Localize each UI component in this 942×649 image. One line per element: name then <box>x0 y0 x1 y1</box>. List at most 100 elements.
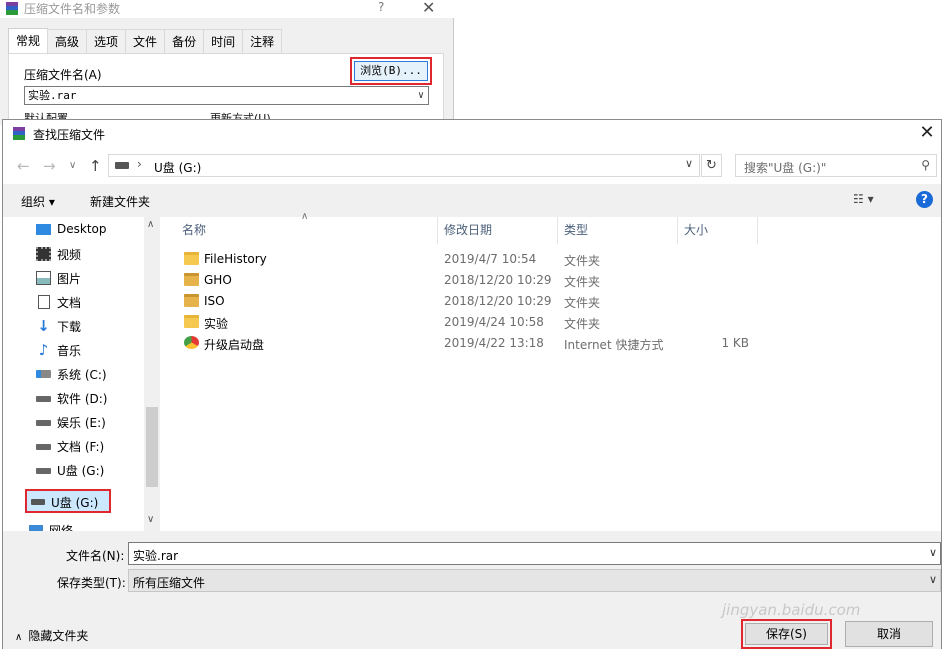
table-row[interactable]: 升级启动盘 2019/4/22 13:18 Internet 快捷方式 1 KB <box>176 333 776 354</box>
breadcrumb[interactable]: U盘 (G:) <box>154 159 201 176</box>
sidebar-item-pictures[interactable]: 图片 <box>3 267 145 289</box>
folder-icon <box>184 252 199 265</box>
sidebar-item-label: 文档 <box>57 296 82 310</box>
help-icon[interactable]: ? <box>916 191 933 208</box>
tab-options[interactable]: 选项 <box>86 29 127 53</box>
sidebar-item-music[interactable]: ♪ 音乐 <box>3 339 145 361</box>
refresh-button[interactable]: ↻ <box>701 154 722 177</box>
sidebar-item-drive-d[interactable]: 软件 (D:) <box>3 387 145 409</box>
sidebar-item-label: Desktop <box>57 222 107 236</box>
view-options-button[interactable]: ☷ ▾ <box>853 192 874 206</box>
filetype-value: 所有压缩文件 <box>133 576 206 590</box>
update-mode-label: 更新方式(U) <box>210 112 271 119</box>
tab-general[interactable]: 常规 <box>8 28 49 54</box>
search-placeholder: 搜索"U盘 (G:)" <box>744 161 827 175</box>
archive-params-tabs: 常规 高级 选项 文件 备份 时间 注释 <box>8 28 283 54</box>
sidebar-item-drive-c[interactable]: 系统 (C:) <box>3 363 145 385</box>
back-icon[interactable]: ← <box>17 157 30 175</box>
refresh-icon: ↻ <box>706 158 717 173</box>
tab-files[interactable]: 文件 <box>125 29 166 53</box>
address-bar[interactable]: › U盘 (G:) ∨ <box>108 154 700 177</box>
file-list: ∧ 名称 修改日期 类型 大小 FileHistory 2019/4/7 10:… <box>161 211 941 531</box>
file-type: 文件夹 <box>564 254 601 268</box>
dialog-titlebar: 查找压缩文件 ✕ <box>3 120 941 148</box>
organize-button[interactable]: 组织 ▾ <box>21 193 55 210</box>
column-header-type[interactable]: 类型 <box>558 217 678 244</box>
folder-icon <box>184 315 199 328</box>
table-row[interactable]: ISO 2018/12/20 10:29 文件夹 <box>176 291 776 312</box>
usb-drive-icon <box>36 468 51 474</box>
tab-advanced[interactable]: 高级 <box>47 29 88 53</box>
navigation-scrollbar[interactable]: ∧ ∨ <box>144 217 160 531</box>
sidebar-item-label: 视频 <box>57 248 82 262</box>
column-header-name[interactable]: 名称 <box>176 217 438 244</box>
sidebar-item-usb-selected[interactable]: U盘 (G:) <box>25 489 111 513</box>
tab-backup[interactable]: 备份 <box>164 29 205 53</box>
archive-name-input[interactable]: 实验.rar ∨ <box>24 86 429 105</box>
winrar-icon <box>6 2 18 15</box>
up-icon[interactable]: ↑ <box>89 157 102 175</box>
sidebar-item-downloads[interactable]: ↓ 下载 <box>3 315 145 337</box>
recent-locations-icon[interactable]: ∨ <box>69 160 76 171</box>
chevron-up-icon[interactable]: ∧ <box>147 219 154 230</box>
shortcut-icon <box>184 336 199 349</box>
chevron-down-icon[interactable]: ∨ <box>929 573 937 586</box>
sidebar-item-videos[interactable]: 视频 <box>3 243 145 265</box>
scrollbar-thumb[interactable] <box>146 407 158 487</box>
close-icon[interactable]: ✕ <box>422 0 435 17</box>
save-button[interactable]: 保存(S) <box>741 619 832 649</box>
file-name: GHO <box>204 273 232 287</box>
download-icon: ↓ <box>37 317 50 335</box>
tab-time[interactable]: 时间 <box>203 29 244 53</box>
filetype-select[interactable]: 所有压缩文件 ∨ <box>128 569 941 592</box>
file-date: 2019/4/24 10:58 <box>444 315 544 329</box>
column-headers: ∧ 名称 修改日期 类型 大小 <box>161 211 761 244</box>
sidebar-item-drive-g[interactable]: U盘 (G:) <box>3 459 145 481</box>
search-input[interactable]: 搜索"U盘 (G:)" ⚲ <box>735 154 937 177</box>
help-button[interactable]: ? <box>378 0 384 14</box>
browse-button[interactable]: 浏览(B)... <box>350 57 432 85</box>
find-archive-dialog: 查找压缩文件 ✕ ← → ∨ ↑ › U盘 (G:) ∨ ↻ 搜索"U盘 (G:… <box>2 119 942 649</box>
pictures-icon <box>36 271 51 285</box>
file-name: FileHistory <box>204 252 267 266</box>
command-bar: 组织 ▾ 新建文件夹 ☷ ▾ ? <box>3 184 941 217</box>
sidebar-item-label: 软件 (D:) <box>57 392 108 406</box>
new-folder-button[interactable]: 新建文件夹 <box>90 193 150 210</box>
winrar-icon <box>13 127 25 140</box>
usb-drive-icon <box>115 162 129 169</box>
filename-field[interactable]: 实验.rar ∨ <box>128 542 941 565</box>
close-icon[interactable]: ✕ <box>917 122 937 143</box>
table-row[interactable]: FileHistory 2019/4/7 10:54 文件夹 <box>176 249 776 270</box>
drive-icon <box>36 444 51 450</box>
archive-params-dialog: 压缩文件名和参数 ? ✕ 常规 高级 选项 文件 备份 时间 注释 压缩文件名(… <box>0 0 454 125</box>
column-header-date[interactable]: 修改日期 <box>438 217 558 244</box>
chevron-down-icon[interactable]: ∨ <box>147 514 154 525</box>
tab-comment[interactable]: 注释 <box>242 29 283 53</box>
drive-icon <box>36 396 51 402</box>
default-profile-label: 默认配置 <box>24 112 68 119</box>
hide-folders-toggle[interactable]: ∧ 隐藏文件夹 <box>15 627 88 644</box>
sidebar-item-drive-f[interactable]: 文档 (F:) <box>3 435 145 457</box>
chevron-down-icon[interactable]: ∨ <box>418 87 424 104</box>
usb-drive-icon <box>31 499 45 505</box>
forward-icon[interactable]: → <box>43 157 56 175</box>
sidebar-item-drive-e[interactable]: 娱乐 (E:) <box>3 411 145 433</box>
chevron-down-icon[interactable]: ∨ <box>685 157 693 170</box>
cancel-button[interactable]: 取消 <box>845 621 933 647</box>
table-row[interactable]: 实验 2019/4/24 10:58 文件夹 <box>176 312 776 333</box>
filename-value: 实验.rar <box>133 549 179 563</box>
file-date: 2019/4/22 13:18 <box>444 336 544 350</box>
sidebar-item-desktop[interactable]: Desktop <box>3 219 145 241</box>
locked-folder-icon <box>184 273 199 286</box>
breadcrumb-separator: › <box>137 157 142 171</box>
chevron-down-icon[interactable]: ∨ <box>929 546 937 559</box>
sidebar-item-documents[interactable]: 文档 <box>3 291 145 313</box>
file-name: 实验 <box>204 317 229 331</box>
browse-button-label: 浏览(B)... <box>354 61 428 81</box>
file-size: 1 KB <box>721 336 749 350</box>
system-drive-icon <box>36 370 51 378</box>
column-header-size[interactable]: 大小 <box>678 217 758 244</box>
table-row[interactable]: GHO 2018/12/20 10:29 文件夹 <box>176 270 776 291</box>
sidebar-item-label: U盘 (G:) <box>51 496 99 510</box>
desktop-icon <box>36 224 51 235</box>
